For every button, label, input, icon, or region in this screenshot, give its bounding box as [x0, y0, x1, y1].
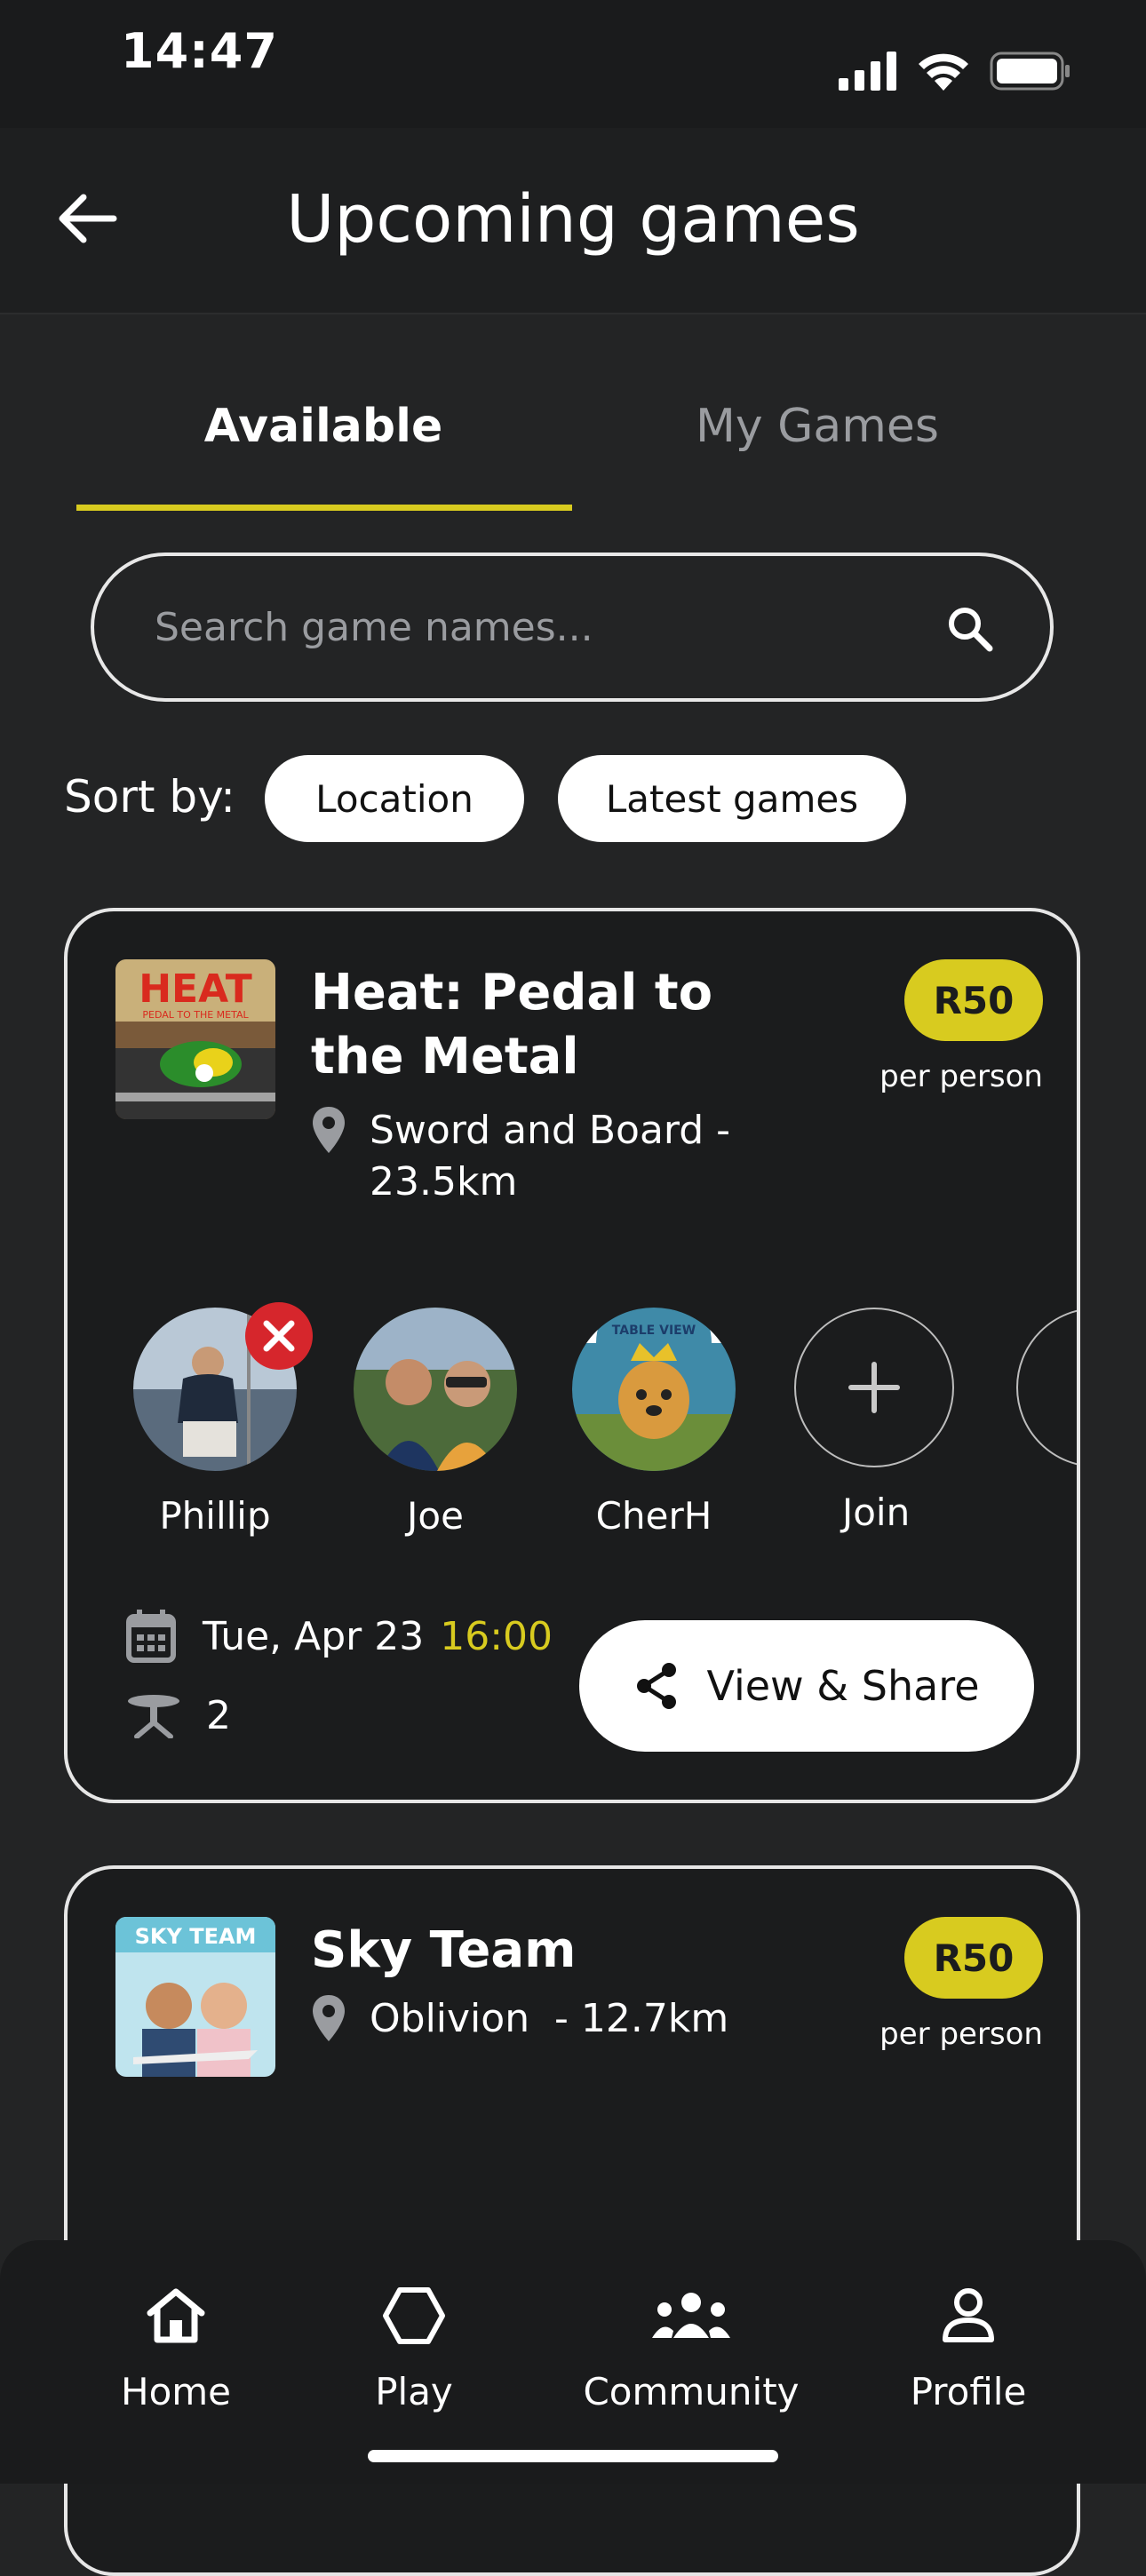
remove-player-button[interactable]: [245, 1302, 313, 1370]
close-icon: [263, 1320, 295, 1352]
nav-profile-label: Profile: [910, 2370, 1027, 2413]
price-badge: R50: [904, 959, 1043, 1041]
game-title[interactable]: Heat: Pedal to the Metal: [311, 961, 808, 1089]
search-icon[interactable]: [945, 604, 995, 654]
player-item[interactable]: TABLE VIEW CherH: [572, 1308, 736, 1538]
game-date: Tue, Apr 23: [203, 1613, 425, 1659]
hexagon-icon: [383, 2287, 445, 2344]
player-list: Phillip Joe TABLE VIEW CherH Join: [68, 1302, 1077, 1538]
svg-text:PEDAL TO THE METAL: PEDAL TO THE METAL: [142, 1009, 249, 1021]
nav-home[interactable]: Home: [60, 2286, 291, 2413]
player-item[interactable]: Phillip: [133, 1302, 313, 1538]
price-badge: R50: [904, 1917, 1043, 1999]
svg-text:TABLE VIEW: TABLE VIEW: [612, 1324, 696, 1338]
bottom-navigation: Home Play Community Profile: [0, 2240, 1146, 2484]
game-location: Sword and Board - 23.5km: [311, 1105, 730, 1208]
player-name: Joe: [407, 1494, 464, 1538]
player-item[interactable]: Joe: [354, 1308, 517, 1538]
search-input[interactable]: [153, 595, 920, 659]
battery-icon: [990, 52, 1070, 91]
active-tab-indicator: [76, 505, 572, 511]
join-label: Join: [841, 1491, 911, 1534]
location-text: Oblivion - 12.7km: [370, 1996, 729, 2041]
sort-location-chip[interactable]: Location: [265, 755, 524, 842]
status-time: 14:47: [121, 23, 278, 79]
nav-home-label: Home: [120, 2370, 232, 2413]
empty-slot[interactable]: [1016, 1308, 1077, 1467]
game-time: 16:00: [440, 1613, 553, 1659]
price-unit: per person: [879, 2016, 1043, 2052]
game-card[interactable]: HEAT PEDAL TO THE METAL Heat: Pedal to t…: [64, 908, 1080, 1803]
profile-icon: [943, 2288, 994, 2342]
home-indicator: [368, 2450, 778, 2462]
share-icon: [637, 1663, 677, 1709]
join-button[interactable]: [794, 1308, 954, 1467]
nav-profile[interactable]: Profile: [853, 2286, 1084, 2413]
home-icon: [147, 2288, 205, 2343]
player-name: CherH: [595, 1494, 712, 1538]
search-bar: [91, 553, 1054, 702]
status-icons: [839, 52, 1071, 91]
community-icon: [652, 2293, 730, 2338]
svg-text:SKY TEAM: SKY TEAM: [135, 1924, 257, 1949]
signal-icon: [839, 52, 896, 91]
location-pin-icon: [313, 1995, 345, 2041]
calendar-icon: [126, 1610, 176, 1663]
game-cover-image: HEAT PEDAL TO THE METAL: [115, 959, 275, 1119]
avatar: TABLE VIEW: [572, 1308, 736, 1471]
player-name: Phillip: [159, 1494, 271, 1538]
price-unit: per person: [879, 1059, 1043, 1094]
table-count-value: 2: [206, 1693, 231, 1738]
table-icon: [128, 1694, 179, 1738]
view-share-label: View & Share: [706, 1662, 980, 1710]
nav-play-label: Play: [375, 2370, 453, 2413]
tab-my-games[interactable]: My Games: [569, 400, 1066, 453]
game-title[interactable]: Sky Team: [311, 1919, 808, 1983]
page-title: Upcoming games: [286, 181, 860, 258]
nav-play[interactable]: Play: [298, 2286, 529, 2413]
join-slot[interactable]: Join: [794, 1308, 958, 1534]
location-text: Sword and Board - 23.5km: [370, 1108, 731, 1205]
tab-available[interactable]: Available: [75, 400, 572, 453]
view-share-button[interactable]: View & Share: [579, 1620, 1034, 1752]
sort-latest-chip[interactable]: Latest games: [558, 755, 906, 842]
game-location: Oblivion - 12.7km: [311, 1993, 728, 2045]
plus-icon: [848, 1362, 900, 1413]
avatar: [354, 1308, 517, 1471]
status-bar: 14:47: [0, 0, 1146, 128]
sort-label: Sort by:: [64, 771, 235, 823]
svg-text:HEAT: HEAT: [139, 966, 252, 1012]
wifi-icon: [919, 53, 968, 91]
game-datetime: Tue, Apr 23 16:00: [126, 1610, 553, 1663]
location-pin-icon: [313, 1107, 345, 1153]
nav-community[interactable]: Community: [576, 2286, 807, 2413]
table-count: 2: [126, 1693, 231, 1738]
tab-bar: Available My Games: [0, 373, 1146, 515]
nav-community-label: Community: [583, 2370, 800, 2413]
game-cover-image: SKY TEAM: [115, 1917, 275, 2077]
app-header: Upcoming games: [0, 128, 1146, 314]
